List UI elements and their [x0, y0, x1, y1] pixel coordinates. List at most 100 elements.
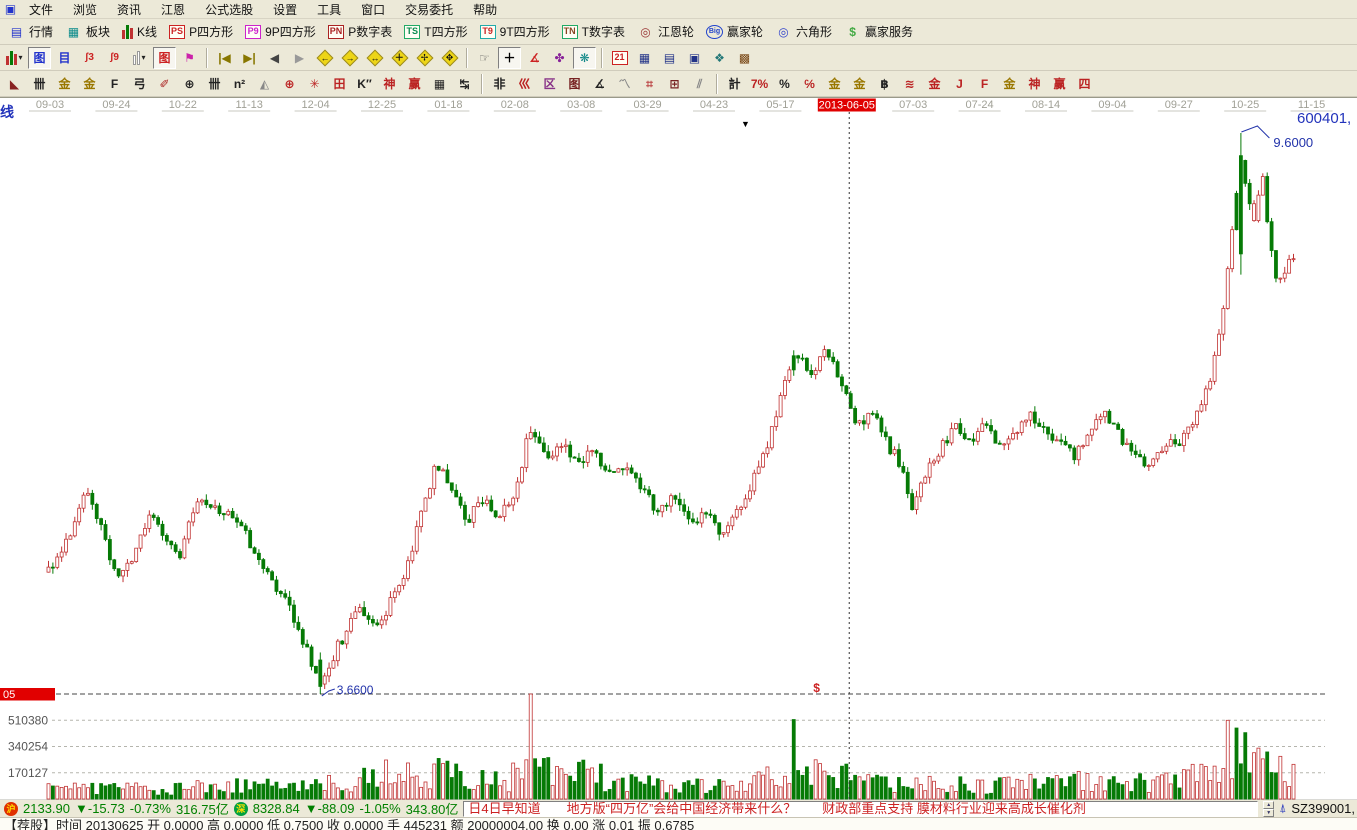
- toolbar-button-winner-service[interactable]: $赢家服务: [838, 21, 919, 42]
- toolbar-button-target-red[interactable]: ⊕: [278, 73, 301, 95]
- toolbar-button-fan-red[interactable]: 巛: [513, 73, 536, 95]
- toolbar-button-ying-tool[interactable]: 赢: [403, 73, 426, 95]
- toolbar-button-gold-circle[interactable]: 金: [823, 73, 846, 95]
- toolbar-button-9p-square[interactable]: P99P四方形: [239, 21, 322, 42]
- toolbar-button-p-number-table[interactable]: PNP数字表: [322, 21, 399, 42]
- toolbar-button-t-number-table[interactable]: TNT数字表: [556, 21, 631, 42]
- toolbar-button-gold-lines[interactable]: 金: [848, 73, 871, 95]
- toolbar-button-pct[interactable]: %: [773, 73, 796, 95]
- menu-item-formula-select[interactable]: 公式选股: [195, 1, 263, 19]
- toolbar-button-box-dark[interactable]: 图: [563, 73, 586, 95]
- toolbar-button-red-grid[interactable]: 田: [328, 73, 351, 95]
- toolbar-button-angle-gray[interactable]: ◭: [253, 73, 276, 95]
- toolbar-button-bow-tool[interactable]: 弓: [128, 73, 151, 95]
- scroll-down-button[interactable]: ▼: [1263, 809, 1274, 817]
- toolbar-button-f-tool[interactable]: F: [103, 73, 126, 95]
- toolbar-button-circle-45[interactable]: ⊕: [178, 73, 201, 95]
- toolbar-button-gold-grid-1[interactable]: 金: [53, 73, 76, 95]
- toolbar-button-last-bar[interactable]: ▶|: [238, 47, 261, 69]
- toolbar-button-fei-tool[interactable]: 非: [488, 73, 511, 95]
- menu-item-browse[interactable]: 浏览: [63, 1, 107, 19]
- toolbar-button-remote-service[interactable]: ▩: [733, 47, 756, 69]
- toolbar-button-gold-red[interactable]: 金: [923, 73, 946, 95]
- toolbar-button-notes[interactable]: ▤: [658, 47, 681, 69]
- menu-item-file[interactable]: 文件: [19, 1, 63, 19]
- toolbar-button-grid-tool[interactable]: 卌: [28, 73, 51, 95]
- toolbar-button-ying-angle[interactable]: 赢: [1048, 73, 1071, 95]
- toolbar-button-9t-square[interactable]: T99T四方形: [474, 21, 556, 42]
- toolbar-button-gold-angle[interactable]: 金: [998, 73, 1021, 95]
- toolbar-button-prev-bar[interactable]: ◀: [263, 47, 286, 69]
- toolbar-button-shift-right[interactable]: →: [338, 47, 361, 69]
- toolbar-button-web-tool[interactable]: ✳: [303, 73, 326, 95]
- toolbar-button-pattern-red[interactable]: 图: [153, 47, 176, 69]
- menu-item-news[interactable]: 资讯: [107, 1, 151, 19]
- toolbar-button-width-tool[interactable]: ↹: [453, 73, 476, 95]
- toolbar-button-bars-3[interactable]: ʃ3: [78, 47, 101, 69]
- menu-item-tools[interactable]: 工具: [307, 1, 351, 19]
- toolbar-button-grid-123[interactable]: ▦: [428, 73, 451, 95]
- toolbar-button-gold-grid-2[interactable]: 金: [78, 73, 101, 95]
- menu-item-help[interactable]: 帮助: [463, 1, 507, 19]
- toolbar-button-smart-analysis[interactable]: ❋: [573, 47, 596, 69]
- toolbar-button-zigzag[interactable]: 〽: [613, 73, 636, 95]
- toolbar-button-candle-style-dropdown[interactable]: ▾: [128, 47, 151, 69]
- toolbar-button-gann-tool-purple[interactable]: ✤: [548, 47, 571, 69]
- toolbar-button-pattern-blue[interactable]: 图: [28, 47, 51, 69]
- toolbar-button-zoom-cross[interactable]: ＋: [388, 47, 411, 69]
- toolbar-button-slashes[interactable]: ⫽: [688, 73, 711, 95]
- toolbar-button-b-tool[interactable]: ฿: [873, 73, 896, 95]
- toolbar-button-flag[interactable]: ⚑: [178, 47, 201, 69]
- toolbar-button-t-square[interactable]: TST四方形: [398, 21, 473, 42]
- toolbar-button-j-angle[interactable]: J: [948, 73, 971, 95]
- toolbar-button-angle-measure-tool[interactable]: ∡: [523, 47, 546, 69]
- toolbar-button-grid-red[interactable]: ⊞: [663, 73, 686, 95]
- toolbar-button-shen-tool[interactable]: 神: [378, 73, 401, 95]
- toolbar-button-market-tools[interactable]: ❖: [708, 47, 731, 69]
- menu-item-gann[interactable]: 江恩: [151, 1, 195, 19]
- toolbar-button-info-panel[interactable]: 目: [53, 47, 76, 69]
- toolbar-button-f-angle[interactable]: F: [973, 73, 996, 95]
- toolbar-button-kline[interactable]: K线: [116, 21, 163, 42]
- toolbar-button-hexagon[interactable]: ◎六角形: [769, 21, 838, 42]
- toolbar-button-angle-2[interactable]: ∡: [588, 73, 611, 95]
- toolbar-button-p-square[interactable]: PSP四方形: [163, 21, 239, 42]
- toolbar-button-hash-red[interactable]: ⌗: [638, 73, 661, 95]
- toolbar-button-calendar[interactable]: 21: [608, 47, 631, 69]
- toolbar-button-pen-tool[interactable]: ✐: [153, 73, 176, 95]
- menu-item-trade-order[interactable]: 交易委托: [395, 1, 463, 19]
- toolbar-button-k-quote[interactable]: K″: [353, 73, 376, 95]
- toolbar-button-calculator[interactable]: ▦: [633, 47, 656, 69]
- toolbar-button-box-purple[interactable]: 区: [538, 73, 561, 95]
- toolbar-button-wave-red[interactable]: ≋: [898, 73, 921, 95]
- toolbar-button-hand-tool[interactable]: ☞: [473, 47, 496, 69]
- toolbar-button-meter-tool[interactable]: 計: [723, 73, 746, 95]
- menu-item-settings[interactable]: 设置: [263, 1, 307, 19]
- scroll-up-button[interactable]: ▲: [1263, 801, 1274, 809]
- toolbar-button-quotes[interactable]: ▤行情: [2, 21, 59, 42]
- toolbar-button-n-square[interactable]: n²: [228, 73, 251, 95]
- toolbar-button-next-bar[interactable]: ▶: [288, 47, 311, 69]
- toolbar-button-shen-angle[interactable]: 神: [1023, 73, 1046, 95]
- toolbar-button-shift-left[interactable]: ←: [313, 47, 336, 69]
- date-tick-highlighted[interactable]: 2013-06-05: [819, 100, 875, 112]
- toolbar-button-first-bar[interactable]: |◀: [213, 47, 236, 69]
- toolbar-button-gann-line-tool[interactable]: ◣: [3, 73, 26, 95]
- toolbar-button-pct-red[interactable]: ℅: [798, 73, 821, 95]
- menu-item-window[interactable]: 窗口: [351, 1, 395, 19]
- toolbar-button-sectors[interactable]: ▦板块: [59, 21, 116, 42]
- toolbar-button-kline-period-dropdown[interactable]: ▾: [3, 47, 26, 69]
- news-ticker[interactable]: 日4日早知道 地方版“四万亿”会给中国经济带来什么？ 财政部重点支持 膜材料行业…: [463, 801, 1258, 817]
- kline-chart-svg[interactable]: 51038034025417012709-0309-2410-2211-1312…: [0, 98, 1357, 800]
- toolbar-button-si-angle[interactable]: 四: [1073, 73, 1096, 95]
- toolbar-button-gann-wheel[interactable]: ◎江恩轮: [631, 21, 700, 42]
- toolbar-button-pct-7[interactable]: 7%: [748, 73, 771, 95]
- toolbar-button-expand-all[interactable]: ✥: [438, 47, 461, 69]
- toolbar-button-winner-wheel[interactable]: Big赢家轮: [700, 21, 769, 42]
- toolbar-button-bars-9[interactable]: ʃ9: [103, 47, 126, 69]
- toolbar-button-save[interactable]: ▣: [683, 47, 706, 69]
- toolbar-button-tick-tool[interactable]: 卌: [203, 73, 226, 95]
- toolbar-button-expand-horizontal[interactable]: ↔: [363, 47, 386, 69]
- toolbar-button-expand-vertical[interactable]: ✢: [413, 47, 436, 69]
- kline-chart-region[interactable]: 51038034025417012709-0309-2410-2211-1312…: [0, 97, 1357, 800]
